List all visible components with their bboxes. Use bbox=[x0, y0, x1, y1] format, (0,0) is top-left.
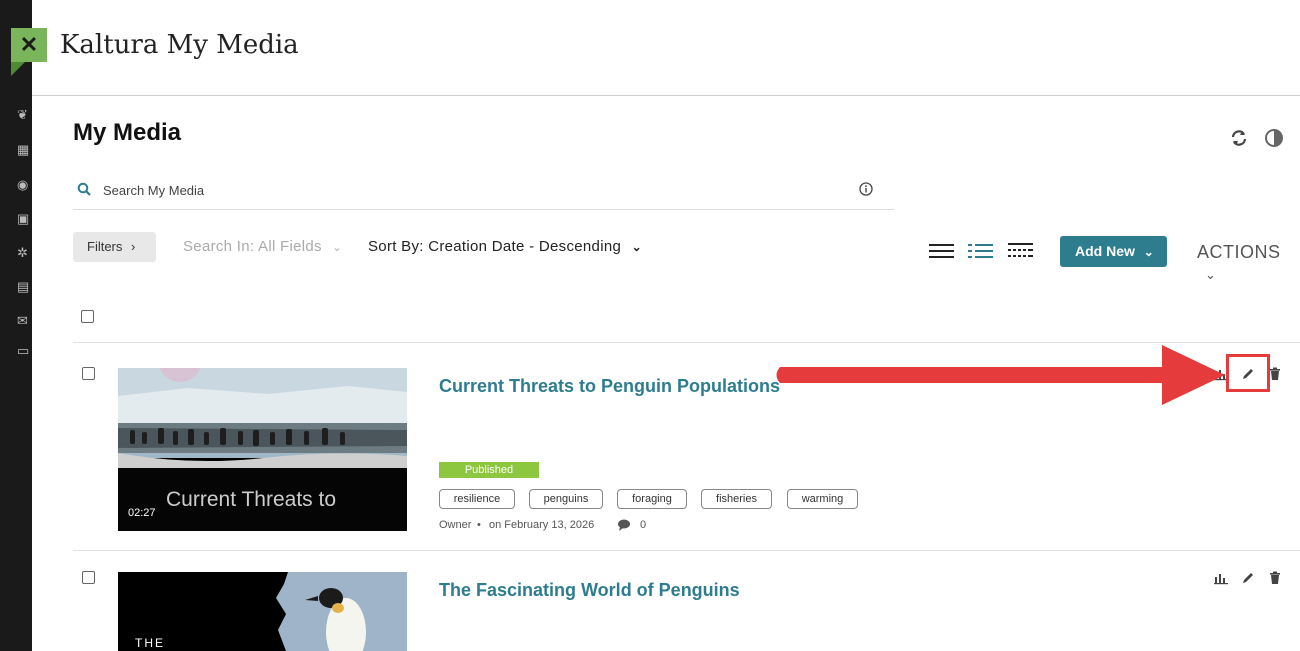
user-avatar-icon[interactable]: ❦ bbox=[17, 108, 33, 122]
entry-checkbox[interactable] bbox=[82, 367, 95, 380]
thumbnail-caption: THE bbox=[135, 636, 165, 650]
entry-thumbnail[interactable]: THE bbox=[118, 572, 407, 651]
comment-icon bbox=[618, 519, 630, 531]
list-view-icon[interactable] bbox=[929, 240, 955, 262]
search-bar bbox=[73, 174, 894, 210]
groups-icon[interactable]: ✲ bbox=[17, 246, 33, 260]
info-icon[interactable] bbox=[859, 182, 873, 196]
header-divider bbox=[32, 95, 1300, 96]
page-title: My Media bbox=[73, 119, 182, 146]
filters-button[interactable]: Filters › bbox=[73, 232, 156, 262]
add-new-button[interactable]: Add New ⌄ bbox=[1060, 236, 1167, 267]
schedule-icon[interactable]: ▤ bbox=[17, 280, 33, 294]
search-in-dropdown[interactable]: Search In: All Fields ⌄ bbox=[183, 238, 342, 255]
delete-icon[interactable] bbox=[1268, 571, 1282, 585]
chevron-down-icon: ⌄ bbox=[1205, 267, 1217, 282]
tag-penguins[interactable]: penguins bbox=[529, 489, 603, 509]
search-in-label: Search In: All Fields bbox=[183, 238, 322, 255]
sort-by-dropdown[interactable]: Sort By: Creation Date - Descending ⌄ bbox=[368, 238, 642, 255]
close-icon[interactable]: ✕ bbox=[11, 28, 47, 76]
tag-foraging[interactable]: foraging bbox=[617, 489, 687, 509]
filters-label: Filters bbox=[87, 239, 123, 254]
tag-resilience[interactable]: resilience bbox=[439, 489, 515, 509]
calendar-icon[interactable]: ▣ bbox=[17, 212, 33, 226]
tag-fisheries[interactable]: fisheries bbox=[701, 489, 772, 509]
chevron-down-icon: ⌄ bbox=[631, 240, 642, 254]
inbox-icon[interactable]: ✉ bbox=[17, 314, 33, 328]
refresh-icon[interactable] bbox=[1229, 128, 1249, 148]
analytics-icon[interactable] bbox=[1214, 571, 1228, 585]
thumbnail-caption: Current Threats to bbox=[166, 488, 337, 511]
contrast-icon[interactable] bbox=[1264, 128, 1284, 148]
chevron-down-icon: ⌄ bbox=[332, 242, 342, 254]
entry-title-link[interactable]: The Fascinating World of Penguins bbox=[439, 580, 740, 601]
tag-warming[interactable]: warming bbox=[787, 489, 858, 509]
search-icon[interactable] bbox=[77, 182, 91, 196]
comment-count: 0 bbox=[640, 519, 647, 531]
entry-date: on February 13, 2026 bbox=[489, 519, 595, 531]
compact-view-icon[interactable] bbox=[1008, 240, 1034, 262]
entry-title-link[interactable]: Current Threats to Penguin Populations bbox=[439, 376, 780, 397]
left-rail: ❦ ▦ ◉ ▣ ✲ ▤ ✉ ▭ bbox=[0, 0, 32, 651]
edit-highlight-box bbox=[1226, 354, 1270, 392]
status-badge: Published bbox=[439, 462, 539, 478]
search-input[interactable] bbox=[103, 180, 843, 200]
chevron-right-icon: › bbox=[131, 239, 136, 254]
detailed-view-icon[interactable] bbox=[968, 240, 994, 262]
globe-icon[interactable]: ◉ bbox=[17, 178, 33, 192]
delete-icon[interactable] bbox=[1268, 367, 1282, 381]
add-new-label: Add New bbox=[1075, 243, 1135, 259]
chevron-down-icon: ⌄ bbox=[1143, 245, 1154, 259]
actions-menu[interactable]: ACTIONS ⌄ bbox=[1197, 242, 1300, 284]
duration-label: 02:27 bbox=[128, 507, 156, 519]
annotation-arrow bbox=[776, 345, 1225, 405]
actions-label: ACTIONS bbox=[1197, 242, 1281, 262]
app-title: Kaltura My Media bbox=[60, 30, 299, 60]
owner-label: Owner bbox=[439, 519, 472, 531]
list-divider bbox=[73, 550, 1300, 551]
entry-checkbox[interactable] bbox=[82, 571, 95, 584]
entry-thumbnail[interactable]: Current Threats to 02:27 bbox=[118, 368, 407, 531]
select-all-checkbox[interactable] bbox=[81, 310, 94, 323]
institution-icon[interactable]: ▦ bbox=[17, 143, 33, 157]
more-icon[interactable]: ▭ bbox=[17, 344, 33, 358]
separator-dot: • bbox=[477, 519, 481, 531]
sort-by-label: Sort By: Creation Date - Descending bbox=[368, 238, 622, 255]
edit-icon[interactable] bbox=[1241, 571, 1255, 585]
